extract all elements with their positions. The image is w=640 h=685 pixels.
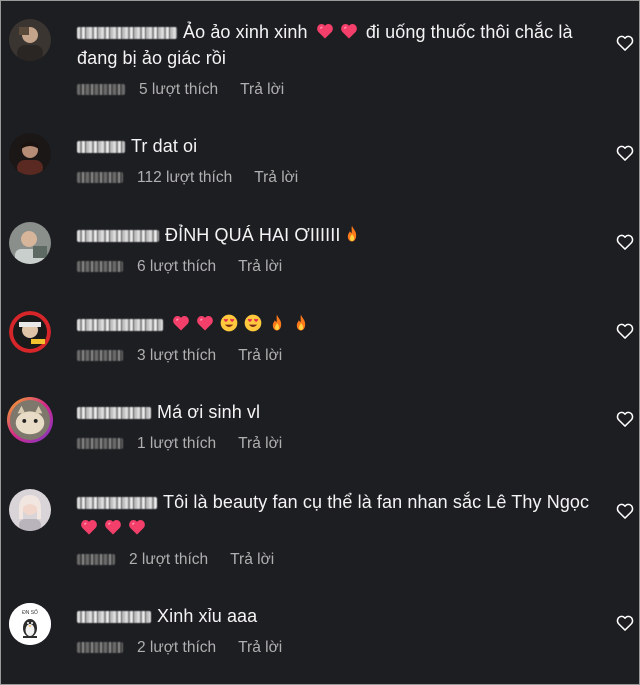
- heart-emoji: [195, 313, 215, 333]
- fire-emoji: [267, 313, 287, 333]
- timestamp-blurred: [77, 261, 123, 273]
- reply-button[interactable]: Trả lời: [238, 347, 282, 364]
- comment-meta: 112 lượt thích Trả lời: [77, 167, 599, 189]
- username-blurred[interactable]: [77, 230, 159, 243]
- username-blurred[interactable]: [77, 611, 151, 624]
- username-blurred[interactable]: [77, 27, 177, 40]
- reply-button[interactable]: Trả lời: [238, 435, 282, 452]
- username-blurred[interactable]: [77, 141, 125, 154]
- username-blurred[interactable]: [77, 407, 151, 420]
- like-heart-icon[interactable]: [613, 611, 637, 635]
- like-heart-icon[interactable]: [613, 407, 637, 431]
- like-count[interactable]: 112 lượt thích: [137, 169, 232, 186]
- like-count[interactable]: 3 lượt thích: [137, 347, 216, 364]
- heart-eyes-emoji: [243, 313, 263, 333]
- reply-button[interactable]: Trả lời: [230, 551, 274, 568]
- heart-eyes-emoji: [219, 313, 239, 333]
- comment-text: Má ơi sinh vl: [77, 399, 599, 425]
- comment-meta: 3 lượt thích Trả lời: [77, 345, 599, 367]
- like-count[interactable]: 6 lượt thích: [137, 258, 216, 275]
- comment-text: Tôi là beauty fan cụ thể là fan nhan sắc…: [77, 489, 599, 541]
- like-heart-icon[interactable]: [613, 31, 637, 55]
- user-avatar-photo[interactable]: [9, 133, 51, 175]
- user-avatar-photo[interactable]: [9, 489, 51, 531]
- fire-emoji: [342, 224, 362, 244]
- like-count[interactable]: 2 lượt thích: [137, 639, 216, 656]
- timestamp-blurred: [77, 554, 115, 566]
- fire-emoji: [291, 313, 311, 333]
- heart-emoji: [103, 517, 123, 537]
- comment-text: ĐỈNH QUÁ HAI ƠIIIIII: [77, 222, 599, 248]
- reply-button[interactable]: Trả lời: [240, 81, 284, 98]
- comment-text: Xinh xỉu aaa: [77, 603, 599, 629]
- timestamp-blurred: [77, 84, 125, 96]
- timestamp-blurred: [77, 642, 123, 654]
- heart-emoji: [315, 21, 335, 41]
- like-heart-icon[interactable]: [613, 230, 637, 254]
- heart-emoji: [79, 517, 99, 537]
- user-avatar-photo[interactable]: [9, 19, 51, 61]
- reply-button[interactable]: Trả lời: [254, 169, 298, 186]
- heart-emoji: [127, 517, 147, 537]
- heart-emoji: [339, 21, 359, 41]
- username-blurred[interactable]: [77, 319, 163, 332]
- comment-meta: 2 lượt thích Trả lời: [77, 549, 599, 571]
- heart-emoji: [171, 313, 191, 333]
- comment-meta: 1 lượt thích Trả lời: [77, 433, 599, 455]
- like-heart-icon[interactable]: [613, 319, 637, 343]
- user-avatar-logo[interactable]: ĐN SỐ: [9, 603, 51, 645]
- timestamp-blurred: [77, 438, 123, 450]
- comment-meta: 5 lượt thích Trả lời: [77, 79, 599, 101]
- username-blurred[interactable]: [77, 497, 157, 510]
- like-count[interactable]: 5 lượt thích: [139, 81, 218, 98]
- comment-meta: 6 lượt thích Trả lời: [77, 256, 599, 278]
- timestamp-blurred: [77, 350, 123, 362]
- like-heart-icon[interactable]: [613, 141, 637, 165]
- reply-button[interactable]: Trả lời: [238, 639, 282, 656]
- comment-text: Tr dat oi: [77, 133, 599, 159]
- user-avatar-photo[interactable]: [7, 397, 53, 443]
- svg-text:ĐN SỐ: ĐN SỐ: [22, 609, 38, 616]
- reply-button[interactable]: Trả lời: [238, 258, 282, 275]
- like-heart-icon[interactable]: [613, 499, 637, 523]
- comment-meta: 2 lượt thích Trả lời: [77, 637, 599, 659]
- user-avatar-photo[interactable]: [9, 222, 51, 264]
- user-avatar-photo[interactable]: [9, 311, 51, 353]
- like-count[interactable]: 2 lượt thích: [129, 551, 208, 568]
- like-count[interactable]: 1 lượt thích: [137, 435, 216, 452]
- comment-text: Ảo ảo xinh xinh đi uống thuốc thôi chắc …: [77, 21, 573, 68]
- comment-text: [77, 311, 599, 337]
- timestamp-blurred: [77, 172, 123, 184]
- comments-panel: Ảo ảo xinh xinh đi uống thuốc thôi chắc …: [0, 0, 640, 685]
